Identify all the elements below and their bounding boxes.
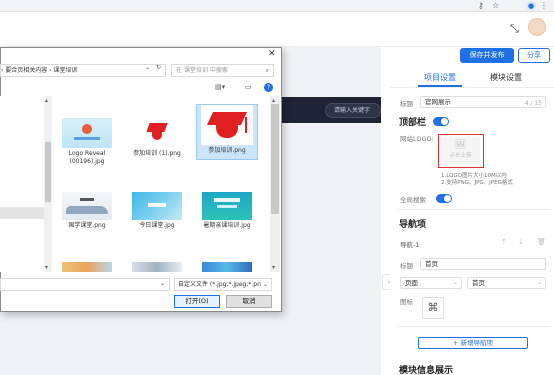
nav-pane-selected-item[interactable] [0,207,44,219]
file-item[interactable]: 参加培训 (1).png [126,118,188,158]
file-item[interactable]: 今日课堂.jpg [126,192,188,230]
topbar-section-title: 顶部栏 [399,118,427,128]
refresh-icon[interactable]: ↻ [156,64,161,71]
file-thumbnail [202,192,252,220]
title-counter: 4 / 15 [524,100,542,107]
image-icon: 🖼 [454,140,467,150]
file-thumbnail [132,192,182,220]
help-icon[interactable]: ? [264,83,273,92]
file-thumbnail [62,262,112,272]
section-divider [396,326,550,327]
breadcrumb: › 要合页相关内容 › 课堂培训 [1,67,78,74]
logo-upload-box[interactable]: 🖼 点击上传 [438,134,484,168]
open-button[interactable]: 打开(O) [174,295,220,308]
filename-input[interactable]: ⌄ [0,278,170,291]
nav-icon-picker[interactable]: ⌘ [422,297,444,319]
title-label: 标题 [400,100,413,108]
cancel-button[interactable]: 取消 [226,295,272,308]
nav-title-label: 标题 [400,262,413,270]
dialog-search-input[interactable]: 在 课堂培训 中搜索 ⌕ [171,64,274,77]
avatar[interactable] [528,18,546,36]
view-toolbar: ▤▾ ▭ [0,82,282,94]
file-name: 参加培训 (1).png [133,150,181,157]
move-down-icon[interactable]: ⇣ [518,238,524,246]
chevron-down-icon: ⌄ [536,279,542,286]
close-icon[interactable]: ✕ [268,49,276,59]
add-nav-item-button[interactable]: + 新增导航项 [418,337,528,349]
fullscreen-icon[interactable]: ⤡ [510,22,519,36]
file-thumbnail [201,105,253,145]
section-divider [396,209,550,210]
tab-divider [390,87,554,88]
file-item-selected[interactable]: 参加培训.png [196,104,258,160]
file-name: 暑期亲课培训.jpg [203,222,251,229]
address-bar[interactable]: › 要合页相关内容 › 课堂培训 [0,64,166,77]
nav-title-input[interactable]: 首页 [420,258,546,270]
title-input-value: 官网展示 [425,98,451,106]
file-thumbnail [202,262,252,272]
logo-label: 网站LOGO: [400,135,434,143]
move-up-icon[interactable]: ⇡ [501,238,507,246]
file-thumbnail [62,118,112,148]
file-thumbnail [132,262,182,272]
logo-hint-format: 2.支持PNG、JPG、JPEG格式 [441,180,513,186]
chevron-down-icon: ⌄ [159,280,165,287]
file-name: 国学课堂.png [68,222,106,229]
browser-toolbar: ⚷ ☆ ● ⋮ [0,0,554,12]
app-header: ⤡ [0,12,554,47]
file-item[interactable]: 国学课堂.png [56,192,118,230]
clover-icon: ⌘ [427,301,439,314]
scroll-up-arrow[interactable]: ▴ [272,97,275,104]
file-list-scroll-thumb[interactable] [271,104,279,214]
chevron-down-icon[interactable]: ⌄ [145,64,150,71]
file-name: Logo Reveal (00196).jpg [68,150,106,165]
dialog-search-placeholder: 在 课堂培训 中搜索 [176,67,228,74]
nav-page-value: 首页 [472,279,485,287]
more-vert-icon[interactable]: ⋮ [540,1,548,10]
filetype-value: 自定义文件 (*.jpg;*.jpeg;*.pn [178,281,261,288]
delete-icon[interactable]: 🗑 [537,238,546,246]
tab-project-settings[interactable]: 项目设置 [424,72,456,83]
file-name: 今日课堂.jpg [139,222,175,229]
scroll-down-arrow[interactable]: ▾ [272,264,275,271]
chevron-down-icon: ⌄ [452,279,458,286]
star-icon[interactable]: ☆ [492,1,499,10]
file-item[interactable] [56,262,118,272]
nav-pane-scroll-thumb[interactable] [45,142,51,202]
nav-type-value: 页面 [405,279,418,287]
scroll-up-arrow[interactable]: ▴ [45,97,48,104]
share-button[interactable]: 分享 [518,48,550,63]
nav-page-select[interactable]: 首页 ⌄ [467,277,546,289]
global-search-label: 全局搜索 [400,196,426,204]
file-name: 参加培训.png [208,147,246,154]
title-input[interactable]: 官网展示 4 / 15 [420,96,546,108]
chevron-down-icon: ⌄ [262,281,268,288]
module-info-title: 模块信息展示 [399,366,454,375]
file-item[interactable] [196,262,258,272]
scroll-down-arrow[interactable]: ▾ [45,264,48,271]
nav-section-title: 导航项 [399,220,427,230]
file-item[interactable]: Logo Reveal (00196).jpg [56,118,118,166]
file-item[interactable]: 暑期亲课培训.jpg [196,192,258,230]
global-search-toggle[interactable] [436,194,452,203]
file-item[interactable] [126,262,188,272]
tab-module-settings[interactable]: 模块设置 [490,72,522,83]
search-icon: ⌕ [265,67,269,74]
key-icon[interactable]: ⚷ [478,1,484,10]
preview-pane-icon[interactable]: ▭ [245,83,252,91]
topbar-toggle[interactable] [433,117,449,126]
profile-icon[interactable]: ● [526,1,536,11]
save-publish-button[interactable]: 保存并发布 [460,48,514,63]
icon-label: 图标 [400,298,413,306]
filetype-select[interactable]: 自定义文件 (*.jpg;*.jpeg;*.pn ⌄ [174,278,272,291]
view-mode-icon[interactable]: ▤▾ [215,83,225,91]
nav-item-title: 导航-1 [400,241,420,249]
file-thumbnail [62,192,112,220]
file-thumbnail [132,118,182,148]
nav-type-select[interactable]: 页面 ⌄ [400,277,462,289]
upload-text: 点击上传 [449,153,472,159]
preview-search-input[interactable]: 请输入关键字 [325,103,381,118]
